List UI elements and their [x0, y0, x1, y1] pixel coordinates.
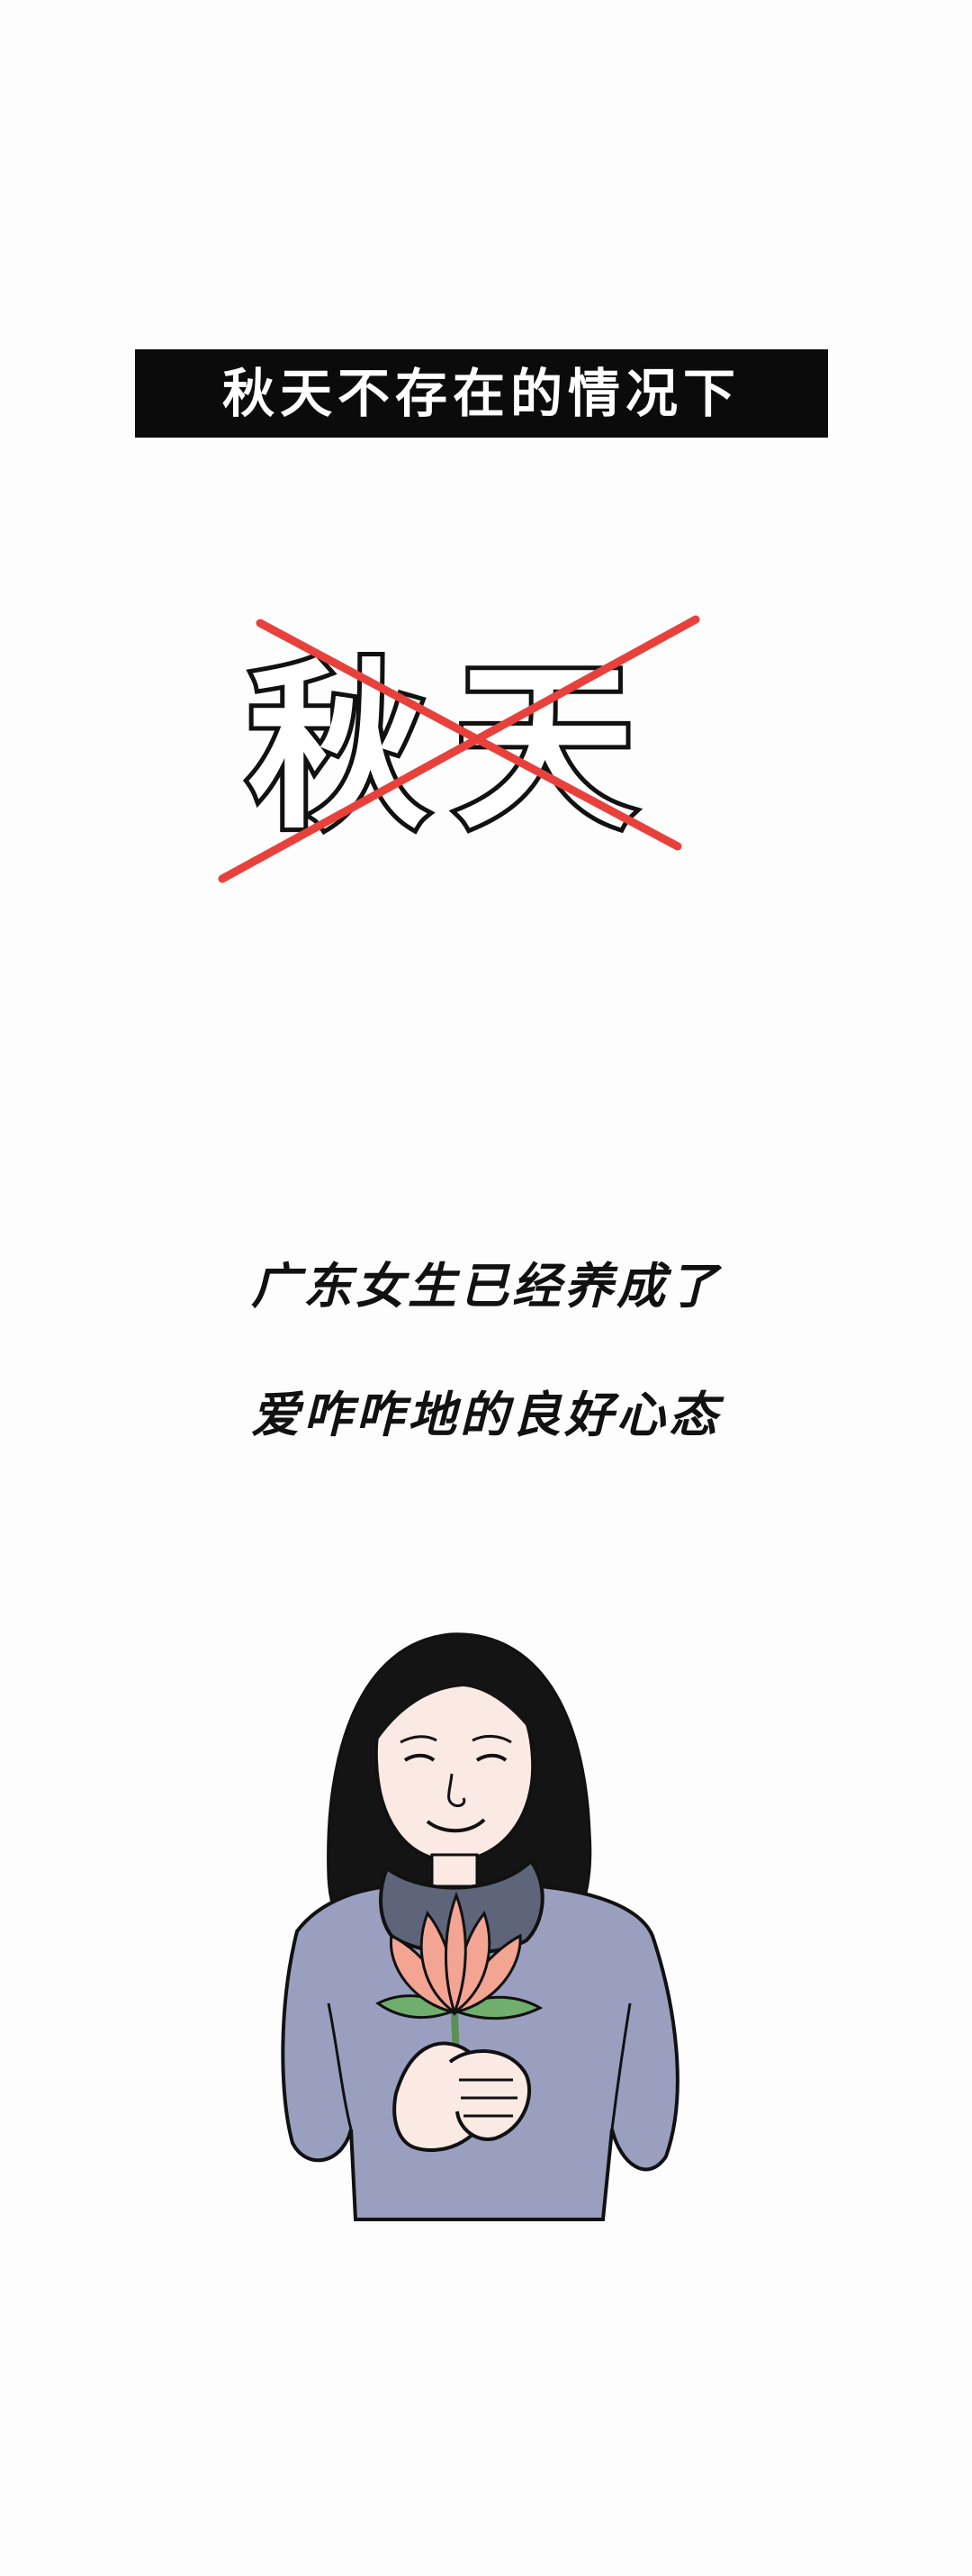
woman-with-lotus-illustration [243, 1625, 729, 2237]
caption-line-1: 广东女生已经养成了 [251, 1258, 721, 1315]
title-banner: 秋天不存在的情况下 [135, 349, 828, 438]
title-text: 秋天不存在的情况下 [221, 363, 741, 424]
crossed-out-word: 秋天 [202, 603, 706, 891]
caption-line-2: 爱咋咋地的良好心态 [251, 1387, 721, 1443]
